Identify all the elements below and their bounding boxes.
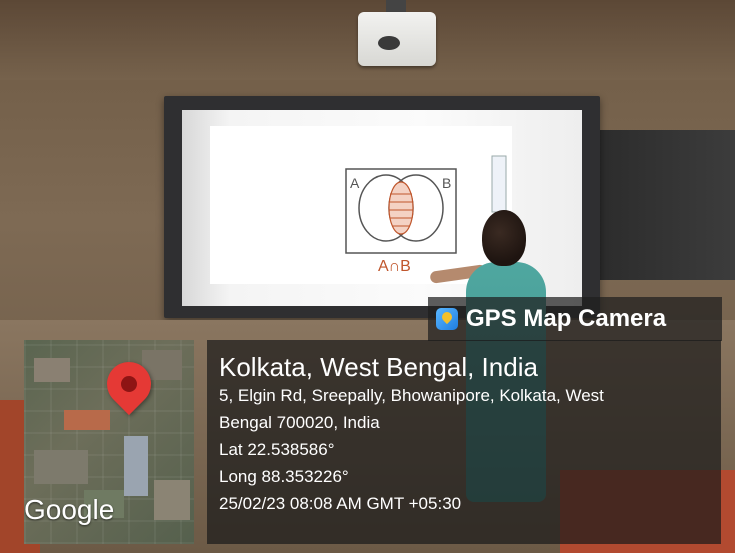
- gps-map-camera-badge: GPS Map Camera: [428, 297, 722, 341]
- side-blackboard: [600, 130, 735, 280]
- whiteboard-toolbar: [491, 155, 507, 213]
- latitude: Lat 22.538586°: [219, 440, 335, 459]
- longitude: Long 88.353226°: [219, 467, 349, 486]
- app-label: GPS Map Camera: [466, 305, 667, 332]
- ceiling-projector: [358, 12, 436, 66]
- building: [124, 436, 148, 496]
- teacher-head: [482, 210, 526, 266]
- building: [34, 358, 70, 382]
- location-title: Kolkata, West Bengal, India: [219, 352, 538, 382]
- map-brand-logo: Google: [24, 494, 115, 525]
- address-line-2: Bengal 700020, India: [219, 413, 380, 432]
- venn-diagram-drawing: A B A∩B: [345, 155, 507, 275]
- building: [64, 410, 110, 430]
- intersection-caption: A∩B: [378, 258, 411, 275]
- building: [34, 450, 88, 484]
- timestamp: 25/02/23 08:08 AM GMT +05:30: [219, 494, 462, 513]
- gps-map-camera-app-icon: [436, 308, 458, 330]
- set-a-label: A: [350, 175, 360, 191]
- building: [154, 480, 190, 520]
- location-info-panel: Kolkata, West Bengal, India 5, Elgin Rd,…: [207, 340, 721, 544]
- projected-screen: A B A∩B: [210, 126, 512, 284]
- map-thumbnail: Google: [24, 340, 194, 544]
- address-line-1: 5, Elgin Rd, Sreepally, Bhowanipore, Kol…: [219, 386, 604, 405]
- set-b-label: B: [442, 175, 451, 191]
